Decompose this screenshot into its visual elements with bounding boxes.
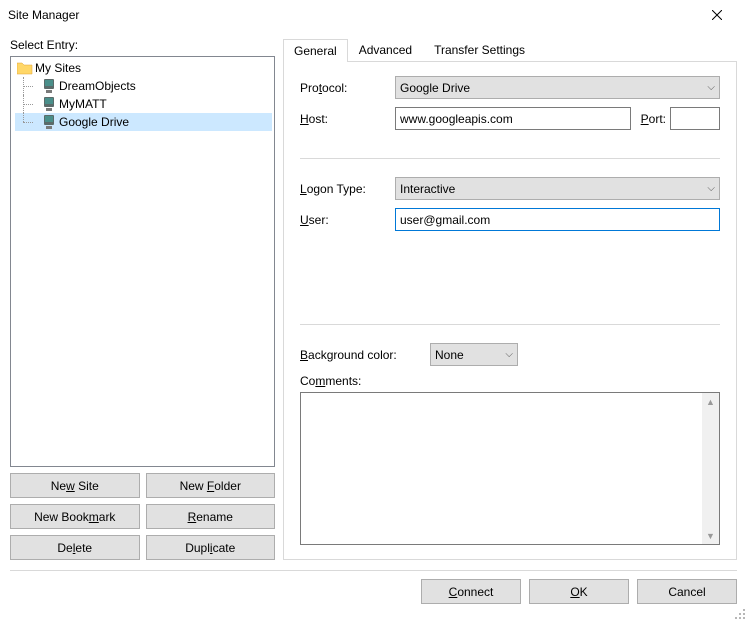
chevron-down-icon: ⌵ <box>707 183 715 194</box>
divider <box>300 158 720 159</box>
user-row: User: <box>300 208 720 231</box>
port-input[interactable] <box>670 107 720 130</box>
connect-button[interactable]: Connect <box>421 579 521 604</box>
bottom-button-bar: Connect OK Cancel <box>0 571 747 612</box>
port-label: Port: <box>641 112 666 126</box>
tree-item[interactable]: DreamObjects <box>15 77 272 95</box>
tab-content: Protocol: Google Drive ⌵ Host: Port: Log… <box>283 62 737 560</box>
host-input[interactable] <box>395 107 631 130</box>
tab-advanced[interactable]: Advanced <box>348 38 423 61</box>
tree-item[interactable]: MyMATT <box>15 95 272 113</box>
tree-item-label: MyMATT <box>59 97 107 111</box>
left-panel: Select Entry: My Sites <box>10 38 275 560</box>
close-icon <box>712 10 722 20</box>
comments-label: Comments: <box>300 374 720 388</box>
tree-connector <box>15 77 39 95</box>
host-row: Host: Port: <box>300 107 720 130</box>
tree-item-label: DreamObjects <box>59 79 136 93</box>
server-icon <box>41 78 57 94</box>
cancel-button[interactable]: Cancel <box>637 579 737 604</box>
window-title: Site Manager <box>8 8 694 22</box>
scroll-up-icon: ▲ <box>702 393 719 410</box>
titlebar: Site Manager <box>0 0 747 30</box>
delete-button[interactable]: Delete <box>10 535 140 560</box>
tabs-bar: General Advanced Transfer Settings <box>283 38 737 62</box>
new-bookmark-button[interactable]: New Bookmark <box>10 504 140 529</box>
user-input[interactable] <box>395 208 720 231</box>
left-button-grid: New Site New Folder New Bookmark Rename … <box>10 473 275 560</box>
tab-general[interactable]: General <box>283 39 348 62</box>
chevron-down-icon: ⌵ <box>505 349 513 360</box>
right-panel: General Advanced Transfer Settings Proto… <box>283 38 737 560</box>
comments-textarea[interactable]: ▲ ▼ <box>300 392 720 545</box>
tree-item-label: Google Drive <box>59 115 129 129</box>
site-tree[interactable]: My Sites DreamObjects <box>10 56 275 467</box>
host-label: Host: <box>300 112 395 126</box>
server-icon <box>41 96 57 112</box>
logon-row: Logon Type: Interactive ⌵ <box>300 177 720 200</box>
select-entry-label: Select Entry: <box>10 38 275 52</box>
logon-label: Logon Type: <box>300 182 395 196</box>
bgcolor-value: None <box>435 348 464 362</box>
duplicate-button[interactable]: Duplicate <box>146 535 276 560</box>
bgcolor-row: Background color: None ⌵ <box>300 343 720 366</box>
chevron-down-icon: ⌵ <box>707 82 715 93</box>
close-button[interactable] <box>694 0 739 30</box>
main-area: Select Entry: My Sites <box>0 30 747 560</box>
rename-button[interactable]: Rename <box>146 504 276 529</box>
new-site-button[interactable]: New Site <box>10 473 140 498</box>
tree-root-folder[interactable]: My Sites <box>13 59 272 77</box>
scroll-down-icon: ▼ <box>702 527 719 544</box>
tree-item-selected[interactable]: Google Drive <box>15 113 272 131</box>
bgcolor-select[interactable]: None ⌵ <box>430 343 518 366</box>
protocol-select[interactable]: Google Drive ⌵ <box>395 76 720 99</box>
folder-icon <box>17 61 33 75</box>
protocol-label: Protocol: <box>300 81 395 95</box>
logon-value: Interactive <box>400 182 455 196</box>
user-label: User: <box>300 213 395 227</box>
new-folder-button[interactable]: New Folder <box>146 473 276 498</box>
server-icon <box>41 114 57 130</box>
tree-connector <box>15 95 39 113</box>
scrollbar[interactable]: ▲ ▼ <box>702 393 719 544</box>
divider <box>300 324 720 325</box>
tab-transfer[interactable]: Transfer Settings <box>423 38 536 61</box>
protocol-row: Protocol: Google Drive ⌵ <box>300 76 720 99</box>
tree-connector <box>15 113 39 131</box>
ok-button[interactable]: OK <box>529 579 629 604</box>
logon-select[interactable]: Interactive ⌵ <box>395 177 720 200</box>
bgcolor-label: Background color: <box>300 348 430 362</box>
resize-grip[interactable] <box>731 605 745 619</box>
protocol-value: Google Drive <box>400 81 470 95</box>
tree-folder-label: My Sites <box>35 61 81 75</box>
